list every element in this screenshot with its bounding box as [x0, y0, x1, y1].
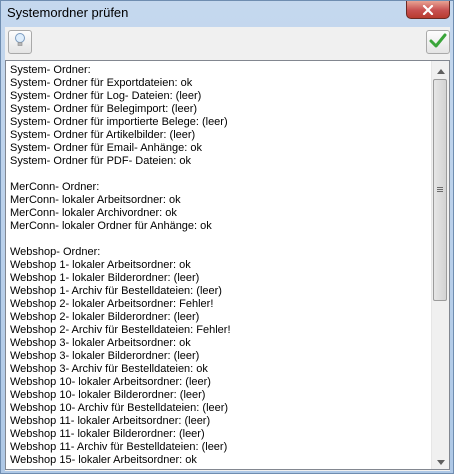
result-line: Webshop 10- lokaler Arbeitsordner: (leer… [10, 376, 211, 388]
lightbulb-icon [12, 32, 28, 53]
result-line: System- Ordner für Artikelbilder: (leer) [10, 129, 196, 141]
result-line: Webshop 2- Archiv für Bestelldateien: Fe… [10, 324, 231, 336]
result-line: MerConn- lokaler Archivordner: ok [10, 207, 177, 219]
vertical-scrollbar[interactable] [431, 61, 449, 469]
confirm-button[interactable] [426, 30, 450, 54]
result-line: Webshop 2- lokaler Arbeitsordner: Fehler… [10, 298, 214, 310]
result-line: Webshop 3- lokaler Arbeitsordner: ok [10, 337, 191, 349]
results-textbox[interactable]: System- Ordner: System- Ordner für Export… [5, 60, 450, 470]
dialog-client-area: System- Ordner: System- Ordner für Export… [5, 27, 450, 471]
title-bar[interactable]: Systemordner prüfen [1, 1, 453, 25]
close-icon [422, 4, 434, 15]
hint-button[interactable] [8, 30, 32, 54]
result-line: Webshop 2- lokaler Bilderordner: (leer) [10, 311, 200, 323]
result-line: Webshop 11- lokaler Arbeitsordner: (leer… [10, 415, 211, 427]
toolbar [5, 27, 450, 57]
result-line: System- Ordner: [10, 64, 91, 76]
result-line: MerConn- lokaler Ordner für Anhänge: ok [10, 220, 212, 232]
result-line [10, 233, 430, 246]
result-line: MerConn- Ordner: [10, 181, 100, 193]
result-line: Webshop 1- Archiv für Bestelldateien: (l… [10, 285, 222, 297]
result-line: Webshop 1- lokaler Arbeitsordner: ok [10, 259, 191, 271]
result-line: Webshop 10- Archiv für Bestelldateien: (… [10, 402, 229, 414]
result-line: Webshop 10- lokaler Bilderordner: (leer) [10, 389, 206, 401]
arrow-up-icon [436, 61, 445, 79]
result-line: System- Ordner für Log- Dateien: (leer) [10, 90, 202, 102]
grip-icon [437, 187, 443, 193]
result-line: System- Ordner für Email- Anhänge: ok [10, 142, 202, 154]
dialog-window: Systemordner prüfen System- Ordner: Syst… [0, 0, 454, 474]
window-title: Systemordner prüfen [7, 5, 129, 20]
scroll-thumb[interactable] [433, 79, 447, 301]
result-line: Webshop 11- lokaler Bilderordner: (leer) [10, 428, 205, 440]
result-line: System- Ordner für importierte Belege: (… [10, 116, 228, 128]
result-line: Webshop 3- lokaler Bilderordner: (leer) [10, 350, 200, 362]
results-text: System- Ordner: System- Ordner für Export… [10, 64, 430, 468]
result-line: Webshop 11- Archiv für Bestelldateien: (… [10, 441, 228, 453]
scroll-up-button[interactable] [432, 61, 449, 78]
result-line: Webshop 15- lokaler Arbeitsordner: ok [10, 454, 197, 466]
result-line [10, 168, 430, 181]
scroll-down-button[interactable] [432, 452, 449, 469]
result-line: Webshop 3- Archiv für Bestelldateien: ok [10, 363, 208, 375]
close-button[interactable] [406, 1, 450, 19]
checkmark-icon [429, 32, 447, 53]
result-line: MerConn- lokaler Arbeitsordner: ok [10, 194, 181, 206]
result-line: System- Ordner für PDF- Dateien: ok [10, 155, 191, 167]
result-line: System- Ordner für Belegimport: (leer) [10, 103, 198, 115]
result-line: System- Ordner für Exportdateien: ok [10, 77, 193, 89]
result-line: Webshop- Ordner: [10, 246, 101, 258]
result-line: Webshop 1- lokaler Bilderordner: (leer) [10, 272, 200, 284]
arrow-down-icon [436, 452, 445, 470]
